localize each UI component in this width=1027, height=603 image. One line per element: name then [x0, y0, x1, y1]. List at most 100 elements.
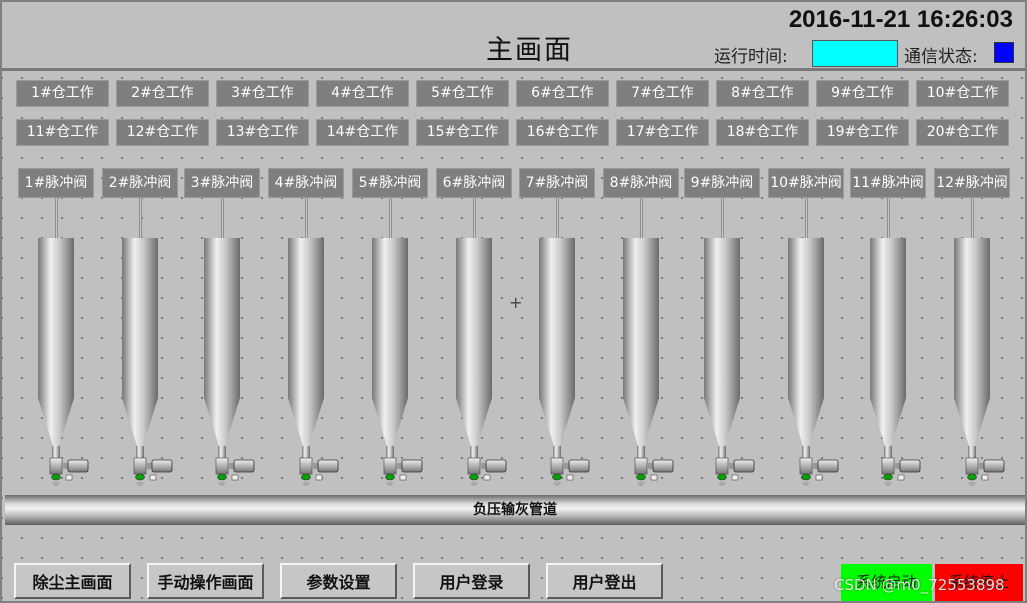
silo	[38, 238, 74, 462]
pulse-valve-button[interactable]: 12#脉冲阀	[934, 168, 1010, 198]
bin-work-button[interactable]: 10#仓工作	[916, 80, 1009, 107]
bin-work-button[interactable]: 18#仓工作	[716, 119, 809, 146]
pulse-valve-button[interactable]: 1#脉冲阀	[18, 168, 94, 198]
rotary-valve-icon	[799, 457, 839, 486]
silo-icon	[372, 238, 408, 462]
valve-pipe	[473, 198, 476, 240]
pulse-valve-button[interactable]: 11#脉冲阀	[850, 168, 926, 198]
header-bar: 主画面 2016-11-21 16:26:03 运行时间: 通信状态:	[2, 2, 1025, 71]
silo	[539, 238, 575, 462]
rotary-feeder[interactable]	[208, 456, 256, 486]
rotary-valve-icon	[49, 457, 89, 486]
silo	[456, 238, 492, 462]
silo-icon	[623, 238, 659, 462]
silo-icon	[954, 238, 990, 462]
bin-work-button[interactable]: 2#仓工作	[116, 80, 209, 107]
dust-main-screen-button[interactable]: 除尘主画面	[14, 563, 131, 599]
bin-work-button[interactable]: 13#仓工作	[216, 119, 309, 146]
valve-pipe	[139, 198, 142, 240]
bin-work-button[interactable]: 17#仓工作	[616, 119, 709, 146]
silo	[288, 238, 324, 462]
valve-pipe	[805, 198, 808, 240]
pulse-valve-button[interactable]: 3#脉冲阀	[184, 168, 260, 198]
rotary-feeder[interactable]	[874, 456, 922, 486]
rotary-feeder[interactable]	[792, 456, 840, 486]
bin-work-button[interactable]: 9#仓工作	[816, 80, 909, 107]
rotary-valve-icon	[715, 457, 755, 486]
comm-status-indicator	[994, 42, 1014, 63]
rotary-valve-icon	[550, 457, 590, 486]
comm-status-label: 通信状态:	[904, 47, 978, 67]
manual-operation-button[interactable]: 手动操作画面	[147, 563, 264, 599]
runtime-indicator	[812, 40, 898, 67]
pulse-valve-button[interactable]: 9#脉冲阀	[684, 168, 760, 198]
rotary-feeder[interactable]	[126, 456, 174, 486]
rotary-feeder[interactable]	[460, 456, 508, 486]
bin-work-button[interactable]: 14#仓工作	[316, 119, 409, 146]
rotary-valve-icon	[634, 457, 674, 486]
user-login-button[interactable]: 用户登录	[413, 563, 530, 599]
pulse-valve-button[interactable]: 4#脉冲阀	[268, 168, 344, 198]
pulse-valve-button[interactable]: 5#脉冲阀	[352, 168, 428, 198]
bin-work-button[interactable]: 11#仓工作	[16, 119, 109, 146]
valve-pipe	[721, 198, 724, 240]
rotary-feeder[interactable]	[292, 456, 340, 486]
runtime-label: 运行时间:	[714, 47, 788, 67]
silo-icon	[288, 238, 324, 462]
datetime-display: 2016-11-21 16:26:03	[788, 6, 1013, 33]
bin-work-button[interactable]: 7#仓工作	[616, 80, 709, 107]
rotary-feeder[interactable]	[376, 456, 424, 486]
silo	[122, 238, 158, 462]
valve-pipe	[55, 198, 58, 240]
bin-work-button[interactable]: 16#仓工作	[516, 119, 609, 146]
valve-pipe	[556, 198, 559, 240]
bin-work-button[interactable]: 19#仓工作	[816, 119, 909, 146]
silo	[372, 238, 408, 462]
valve-pipe	[640, 198, 643, 240]
silo-icon	[788, 238, 824, 462]
bin-work-button[interactable]: 3#仓工作	[216, 80, 309, 107]
pulse-valve-button[interactable]: 6#脉冲阀	[436, 168, 512, 198]
rotary-valve-icon	[881, 457, 921, 486]
pulse-valve-button[interactable]: 8#脉冲阀	[603, 168, 679, 198]
silo-icon	[704, 238, 740, 462]
pulse-valve-button[interactable]: 7#脉冲阀	[519, 168, 595, 198]
rotary-valve-icon	[383, 457, 423, 486]
rotary-valve-icon	[467, 457, 507, 486]
silo-icon	[204, 238, 240, 462]
pulse-valve-button[interactable]: 10#脉冲阀	[768, 168, 844, 198]
valve-pipe	[887, 198, 890, 240]
rotary-feeder[interactable]	[42, 456, 90, 486]
silo	[704, 238, 740, 462]
rotary-feeder[interactable]	[543, 456, 591, 486]
bin-work-button[interactable]: 8#仓工作	[716, 80, 809, 107]
valve-pipe	[305, 198, 308, 240]
silo-icon	[38, 238, 74, 462]
bin-work-button[interactable]: 12#仓工作	[116, 119, 209, 146]
silo	[870, 238, 906, 462]
pulse-valve-button[interactable]: 2#脉冲阀	[102, 168, 178, 198]
silo-icon	[456, 238, 492, 462]
rotary-feeder[interactable]	[627, 456, 675, 486]
watermark-text: CSDN @m0_72553898	[834, 576, 1005, 594]
bin-work-button[interactable]: 15#仓工作	[416, 119, 509, 146]
valve-pipe	[971, 198, 974, 240]
rotary-feeder[interactable]	[958, 456, 1006, 486]
silo	[204, 238, 240, 462]
bin-work-button[interactable]: 4#仓工作	[316, 80, 409, 107]
valve-pipe	[221, 198, 224, 240]
vacuum-conveying-pipe: 负压输灰管道	[5, 495, 1025, 525]
rotary-valve-icon	[299, 457, 339, 486]
bin-work-button[interactable]: 1#仓工作	[16, 80, 109, 107]
user-logout-button[interactable]: 用户登出	[546, 563, 663, 599]
rotary-feeder[interactable]	[708, 456, 756, 486]
bin-work-button[interactable]: 5#仓工作	[416, 80, 509, 107]
rotary-valve-icon	[133, 457, 173, 486]
silo	[788, 238, 824, 462]
page-title: 主画面	[486, 35, 573, 66]
bin-work-button[interactable]: 6#仓工作	[516, 80, 609, 107]
silo	[954, 238, 990, 462]
bin-work-button[interactable]: 20#仓工作	[916, 119, 1009, 146]
parameter-settings-button[interactable]: 参数设置	[280, 563, 397, 599]
rotary-valve-icon	[215, 457, 255, 486]
